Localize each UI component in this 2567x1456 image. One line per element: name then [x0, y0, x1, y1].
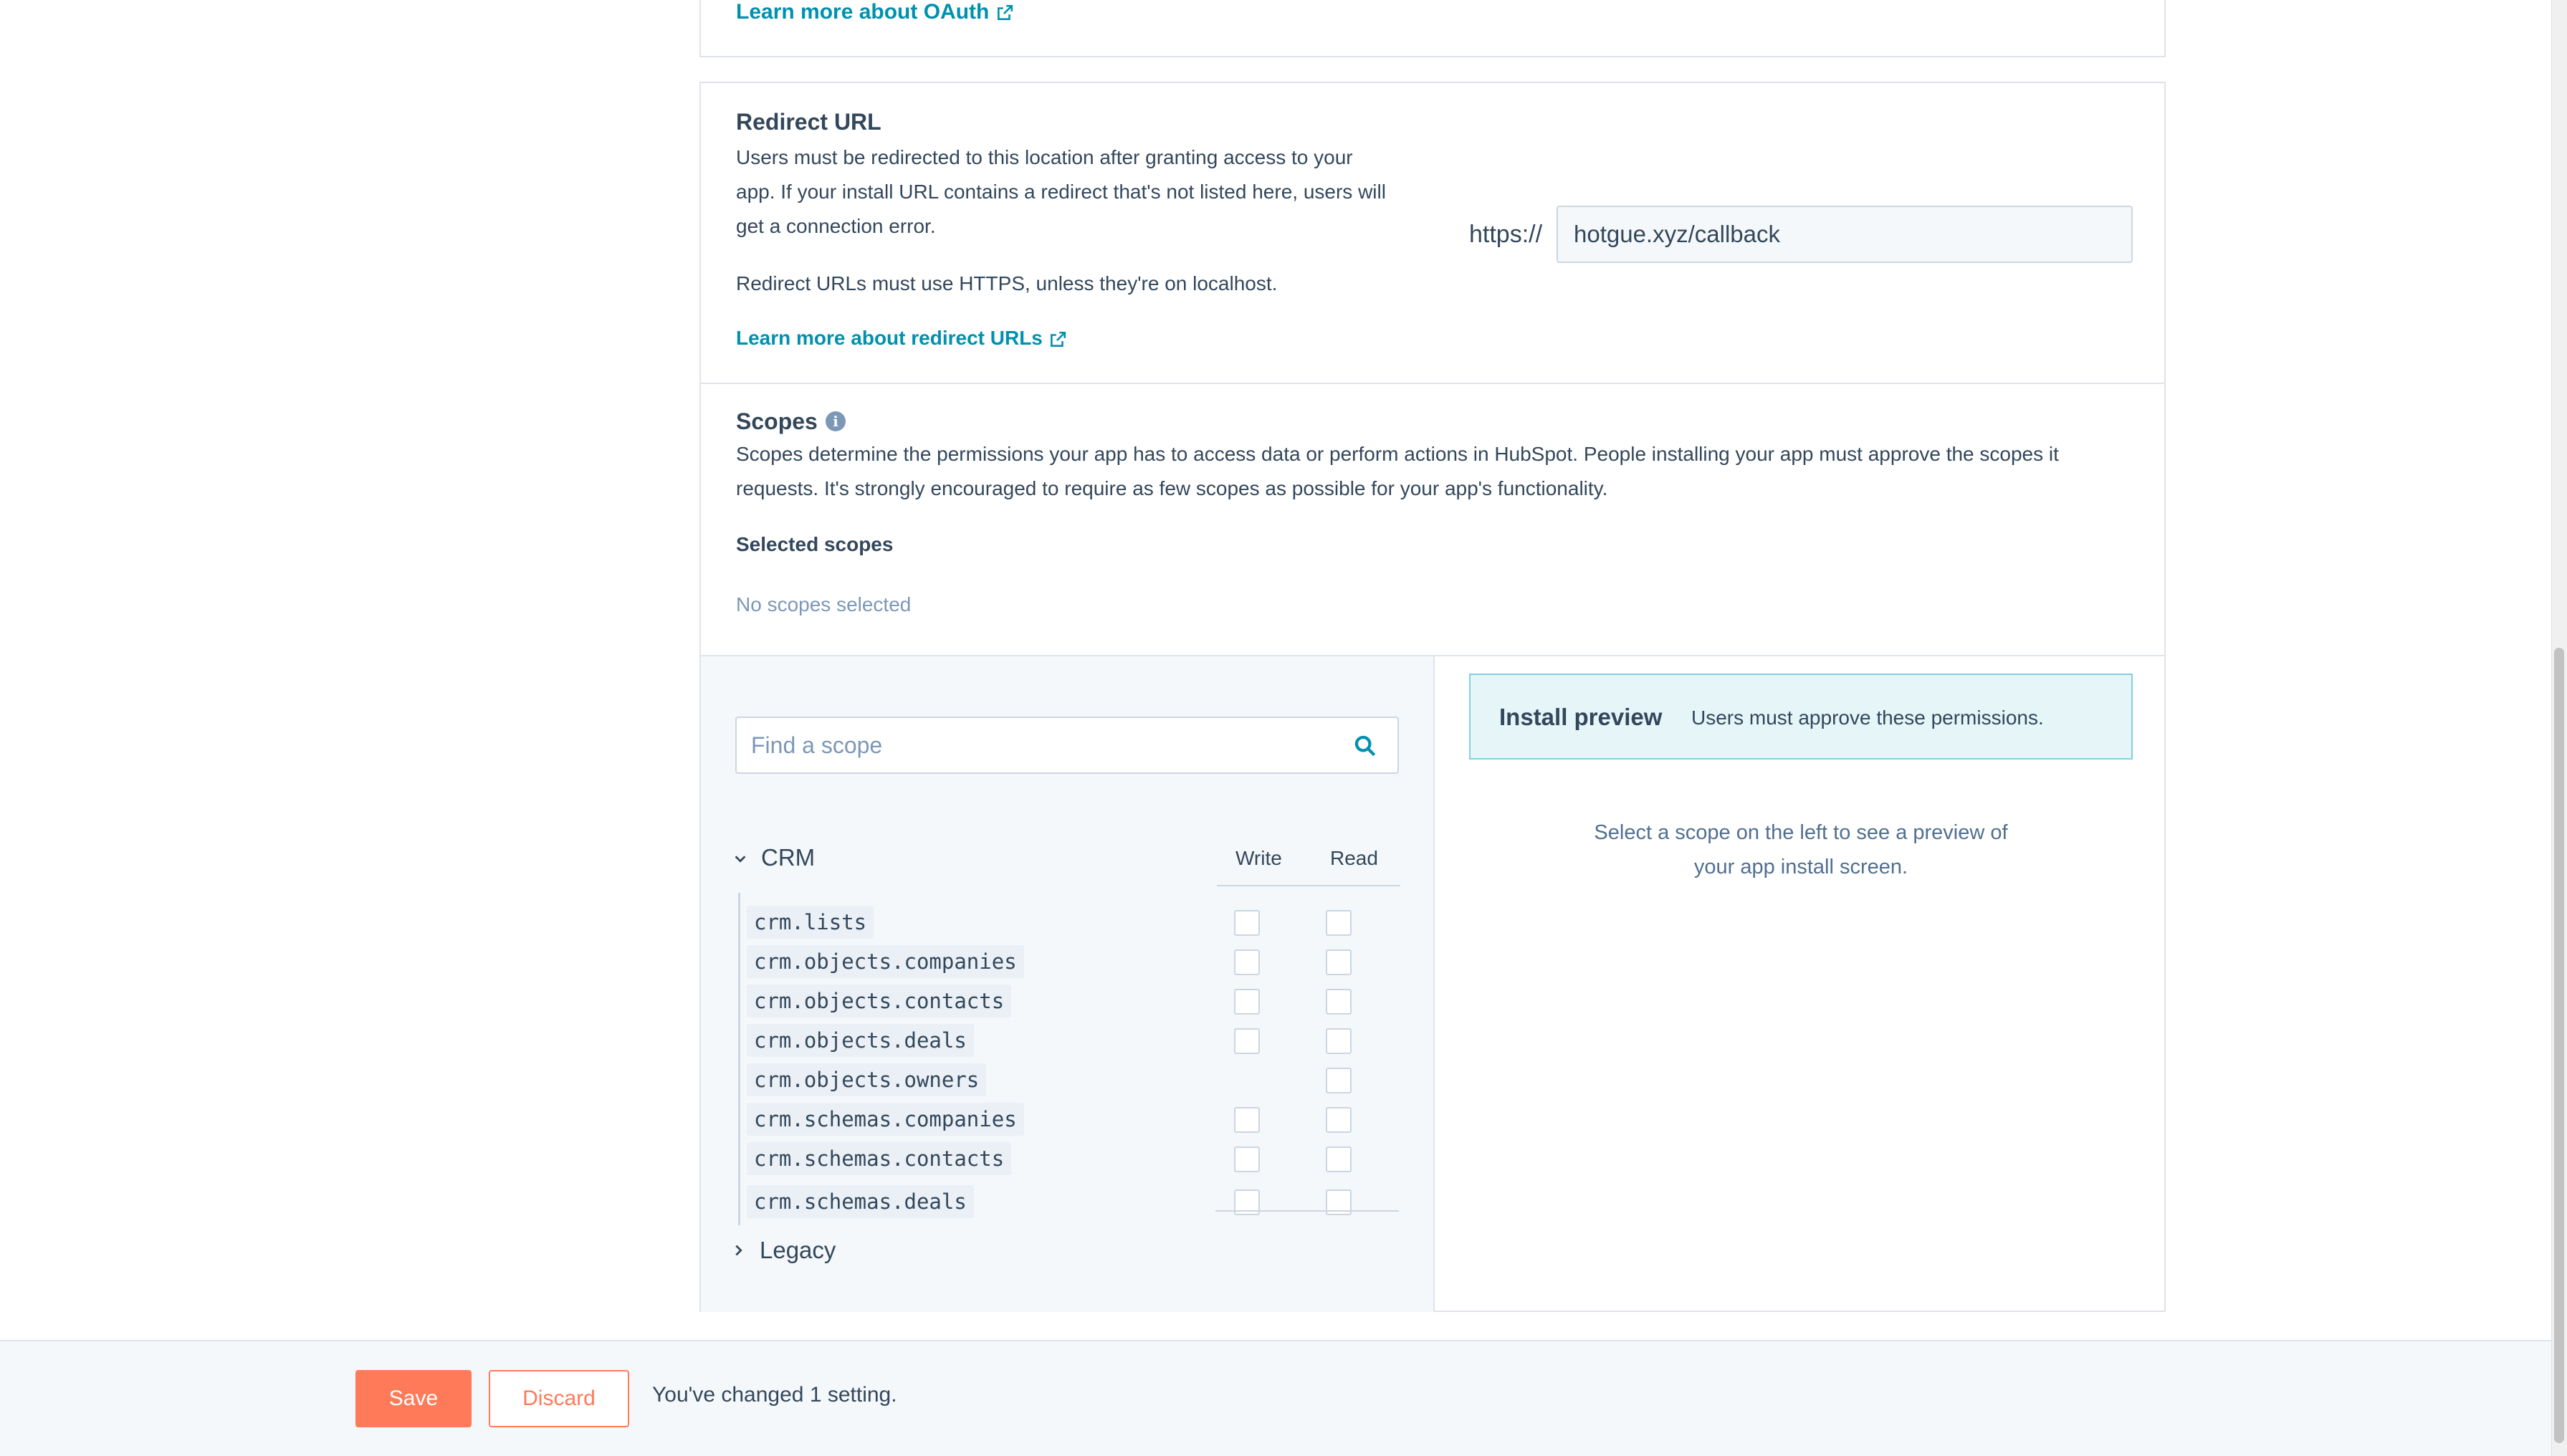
- save-button[interactable]: Save: [355, 1370, 472, 1427]
- read-checkbox[interactable]: [1326, 910, 1352, 936]
- crm-group-label: CRM: [761, 844, 816, 871]
- scope-row: crm.schemas.deals: [747, 1185, 1392, 1221]
- read-checkbox[interactable]: [1326, 1068, 1352, 1093]
- column-divider: [1215, 1210, 1399, 1212]
- chevron-right-icon: [735, 1245, 742, 1256]
- redirect-description: Users must be redirected to this locatio…: [736, 140, 1386, 244]
- legacy-group-label: Legacy: [760, 1237, 836, 1263]
- redirect-description-line: app. If your install URL contains a redi…: [736, 181, 1386, 203]
- redirect-url-title: Redirect URL: [736, 109, 881, 135]
- scope-row: crm.objects.owners: [747, 1063, 1392, 1099]
- external-link-icon: [1050, 331, 1066, 347]
- crm-group-toggle[interactable]: CRM: [732, 844, 990, 876]
- scrollbar-thumb[interactable]: [2554, 648, 2564, 1443]
- scope-picker: CRM Write Read crm.lists crm.objects.com…: [701, 656, 1435, 1312]
- install-preview-subtitle: Users must approve these permissions.: [1691, 707, 2044, 729]
- info-icon[interactable]: i: [826, 411, 846, 431]
- scope-name: crm.lists: [747, 906, 874, 939]
- scope-search-box: [735, 717, 1399, 774]
- legacy-group-toggle[interactable]: Legacy: [731, 1235, 989, 1270]
- scope-row: crm.objects.deals: [747, 1024, 1392, 1060]
- scope-row: crm.schemas.companies: [747, 1103, 1392, 1139]
- read-checkbox[interactable]: [1326, 949, 1352, 975]
- write-checkbox[interactable]: [1234, 989, 1260, 1015]
- learn-more-oauth-link[interactable]: Learn more about OAuth: [736, 0, 1014, 24]
- external-link-icon: [997, 5, 1013, 21]
- read-checkbox[interactable]: [1326, 1146, 1352, 1172]
- scopes-description-line: Scopes determine the permissions your ap…: [736, 443, 2059, 465]
- tree-line: [738, 893, 740, 1225]
- read-checkbox[interactable]: [1326, 1028, 1352, 1054]
- scope-name: crm.objects.owners: [747, 1063, 987, 1096]
- chevron-down-icon: [735, 856, 746, 863]
- read-checkbox[interactable]: [1326, 1107, 1352, 1133]
- search-icon[interactable]: [1353, 734, 1377, 758]
- scope-row: crm.lists: [747, 906, 1392, 942]
- oauth-card: Learn more about OAuth: [699, 0, 2166, 57]
- learn-more-oauth-text: Learn more about OAuth: [736, 0, 990, 24]
- scope-name: crm.schemas.deals: [747, 1185, 974, 1218]
- scopes-description-line: requests. It's strongly encouraged to re…: [736, 477, 1608, 499]
- https-prefix: https://: [1469, 221, 1543, 248]
- scope-name: crm.objects.companies: [747, 945, 1024, 978]
- column-divider: [1217, 885, 1400, 886]
- scope-name: crm.objects.deals: [747, 1024, 974, 1057]
- scope-search-input[interactable]: [737, 718, 1339, 772]
- read-column-header: Read: [1330, 847, 1378, 869]
- write-column-header: Write: [1235, 847, 1282, 869]
- write-checkbox[interactable]: [1234, 949, 1260, 975]
- app-auth-card: Redirect URL Users must be redirected to…: [699, 82, 2166, 1312]
- install-preview-hint: Select a scope on the left to see a prev…: [1469, 815, 2133, 884]
- no-scopes-text: No scopes selected: [736, 593, 912, 616]
- scopes-title: Scopes: [736, 408, 818, 434]
- read-checkbox[interactable]: [1326, 989, 1352, 1015]
- redirect-description-line: Users must be redirected to this locatio…: [736, 146, 1353, 168]
- scope-row: crm.schemas.contacts: [747, 1142, 1392, 1178]
- selected-scopes-label: Selected scopes: [736, 533, 894, 555]
- write-checkbox[interactable]: [1234, 1146, 1260, 1172]
- scope-name: crm.schemas.companies: [747, 1103, 1024, 1136]
- install-preview-hint-line: Select a scope on the left to see a prev…: [1594, 821, 2008, 844]
- install-preview-title: Install preview: [1499, 704, 1663, 730]
- scope-name: crm.schemas.contacts: [747, 1142, 1012, 1175]
- learn-more-redirect-text: Learn more about redirect URLs: [736, 327, 1043, 349]
- section-divider: [701, 383, 2164, 384]
- save-bar: Save Discard You've changed 1 setting.: [0, 1340, 2551, 1456]
- redirect-https-note: Redirect URLs must use HTTPS, unless the…: [736, 272, 1278, 294]
- write-checkbox[interactable]: [1234, 910, 1260, 936]
- install-preview-hint-line: your app install screen.: [1693, 856, 1908, 878]
- changes-message: You've changed 1 setting.: [652, 1383, 897, 1407]
- scope-row: crm.objects.contacts: [747, 985, 1392, 1020]
- scope-name: crm.objects.contacts: [747, 985, 1012, 1017]
- scope-row: crm.objects.companies: [747, 945, 1392, 981]
- write-checkbox[interactable]: [1234, 1028, 1260, 1054]
- redirect-description-line: get a connection error.: [736, 215, 936, 237]
- discard-button[interactable]: Discard: [489, 1370, 629, 1427]
- write-checkbox[interactable]: [1234, 1107, 1260, 1133]
- install-preview-banner: Install preview Users must approve these…: [1469, 674, 2133, 760]
- redirect-url-input[interactable]: [1557, 206, 2133, 263]
- scopes-description: Scopes determine the permissions your ap…: [736, 437, 2141, 506]
- learn-more-redirect-link[interactable]: Learn more about redirect URLs: [736, 327, 1067, 350]
